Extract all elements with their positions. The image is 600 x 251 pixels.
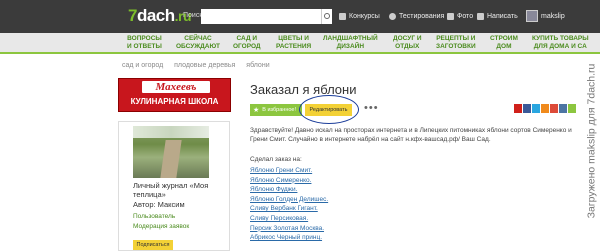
cat-questions[interactable]: ВОПРОСЫ И ОТВЕТЫ [127, 35, 162, 50]
top-bar: 7dach.ru Поиск: Конкурсы Тестирования Фо… [0, 0, 600, 33]
nav-tests[interactable]: Тестирования [389, 13, 444, 20]
cat-landscape[interactable]: ЛАНДШАФТНЫЙ ДИЗАЙН [323, 35, 378, 50]
user-role: Пользователь [133, 213, 176, 220]
list-item[interactable]: Яблоню Фуджи. [250, 185, 328, 195]
share-icon[interactable] [514, 104, 522, 113]
cat-shop[interactable]: КУПИТЬ ТОВАРЫ ДЛЯ ДОМА И СА [532, 35, 589, 50]
share-icon[interactable] [559, 104, 567, 113]
cat-leisure[interactable]: ДОСУГ И ОТДЫХ [393, 35, 422, 50]
category-nav: ВОПРОСЫ И ОТВЕТЫ СЕЙЧАС ОБСУЖДАЮТ САД И ОГО… [0, 33, 600, 54]
breadcrumb-item[interactable]: яблони [246, 62, 269, 69]
nav-photo[interactable]: Фото [447, 13, 473, 20]
edit-button[interactable]: Редактировать [305, 104, 352, 116]
share-icon[interactable] [550, 104, 558, 113]
trophy-icon [339, 13, 346, 20]
banner-brand: Махеевъ [141, 80, 211, 94]
cat-garden[interactable]: САД И ОГОРОД [233, 35, 261, 50]
username[interactable]: makslip [541, 13, 565, 20]
favorite-button[interactable]: ★ В избранное! [250, 104, 302, 116]
list-item[interactable]: Абрикос Черный принц. [250, 233, 328, 243]
list-item[interactable]: Яблоню Симеренко. [250, 176, 328, 186]
list-item[interactable]: Персик Золотая Москва. [250, 224, 328, 234]
breadcrumb-item[interactable]: сад и огород [122, 62, 163, 69]
pencil-icon [477, 13, 484, 20]
banner-subtitle: КУЛИНАРНАЯ ШКОЛА [130, 97, 219, 106]
nav-write[interactable]: Написать [477, 13, 518, 20]
subscribe-button[interactable]: Подписаться [133, 240, 173, 250]
search-icon[interactable] [321, 9, 332, 24]
page-title: Заказал я яблони [250, 82, 357, 97]
cat-flowers[interactable]: ЦВЕТЫ И РАСТЕНИЯ [276, 35, 311, 50]
bulb-icon [389, 13, 396, 20]
journal-author: Автор: Максим [133, 200, 185, 209]
moderation-link[interactable]: Модерация заявок [133, 223, 189, 230]
site-logo[interactable]: 7dach.ru [128, 6, 192, 26]
ad-banner[interactable]: Махеевъ КУЛИНАРНАЯ ШКОЛА [118, 78, 231, 112]
cat-recipes[interactable]: РЕЦЕПТЫ И ЗАГОТОВКИ [436, 35, 476, 50]
journal-photo[interactable] [133, 126, 209, 178]
list-item[interactable]: Яблоню Грени Смит. [250, 166, 328, 176]
share-icon[interactable] [568, 104, 576, 113]
avatar[interactable] [526, 10, 538, 22]
cat-build[interactable]: СТРОИМ ДОМ [490, 35, 518, 50]
share-icon[interactable] [523, 104, 531, 113]
journal-card: Личный журнал «Моя теплица» Автор: Макси… [118, 121, 230, 251]
list-item[interactable]: Сливу Персиковая. [250, 214, 328, 224]
search-input[interactable] [201, 9, 321, 24]
breadcrumb-item[interactable]: плодовые деревья [174, 62, 235, 69]
share-icon[interactable] [541, 104, 549, 113]
camera-icon [447, 13, 454, 20]
list-item[interactable]: Яблоню Голден Делишес. [250, 195, 328, 205]
more-icon[interactable]: ••• [364, 102, 379, 114]
post-text: Здравствуйте! Давно искал на просторах и… [250, 127, 572, 143]
share-icon[interactable] [532, 104, 540, 113]
cat-discussed[interactable]: СЕЙЧАС ОБСУЖДАЮТ [176, 35, 220, 50]
watermark: Загружено makslip для 7dach.ru [585, 63, 597, 218]
list-intro: Сделал заказ на: [250, 156, 302, 163]
nav-contests[interactable]: Конкурсы [339, 13, 380, 20]
order-list: Яблоню Грени Смит. Яблоню Симеренко. Ябл… [250, 166, 328, 243]
breadcrumb: сад и огород плодовые деревья яблони [122, 62, 279, 69]
journal-title[interactable]: Личный журнал «Моя теплица» [133, 181, 228, 199]
list-item[interactable]: Сливу Вербанк Гигант. [250, 204, 328, 214]
star-icon: ★ [253, 107, 260, 114]
